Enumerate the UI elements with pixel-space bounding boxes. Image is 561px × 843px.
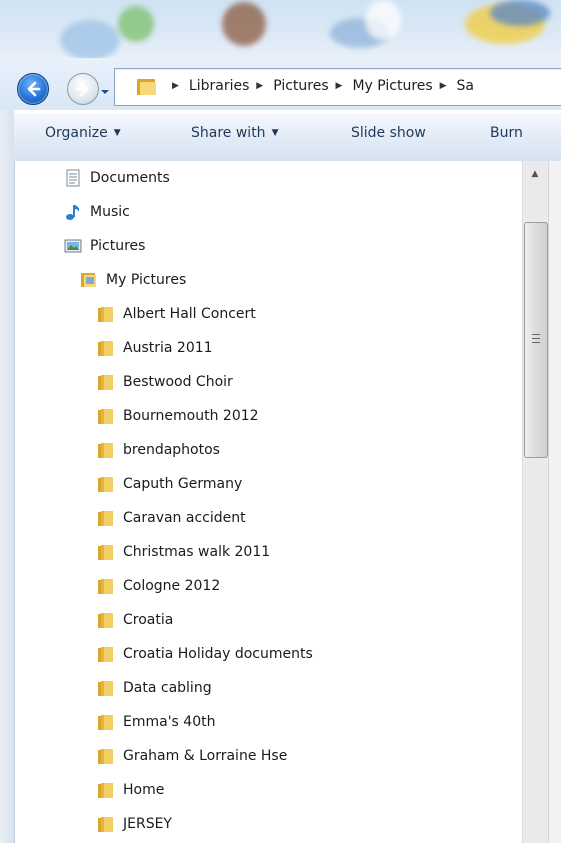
tree-item-documents[interactable]: Documents [64, 166, 170, 190]
breadcrumb-separator-icon[interactable]: ▶ [437, 81, 447, 91]
document-library-icon [64, 169, 82, 187]
navigation-pane [14, 161, 523, 843]
music-note-icon [64, 203, 82, 221]
tree-item-folder[interactable]: brendaphotos [97, 438, 220, 462]
chevron-down-icon: ▼ [271, 128, 279, 138]
tree-item-folder[interactable]: Christmas walk 2011 [97, 540, 270, 564]
chevron-down-icon [101, 90, 109, 94]
tree-item-label: Graham & Lorraine Hse [123, 748, 288, 764]
tree-item-label: Austria 2011 [123, 340, 213, 356]
window-frame-left [0, 110, 14, 843]
folder-icon [97, 815, 115, 833]
tree-item-folder[interactable]: Caputh Germany [97, 472, 242, 496]
tree-item-label: Data cabling [123, 680, 212, 696]
tree-item-label: Emma's 40th [123, 714, 216, 730]
breadcrumb-my-pictures[interactable]: My Pictures [352, 78, 432, 94]
tree-item-label: Croatia [123, 612, 174, 628]
organize-label: Organize [45, 125, 108, 141]
chevron-down-icon: ▼ [113, 128, 121, 138]
share-with-button[interactable]: Share with ▼ [191, 125, 278, 141]
folder-icon [97, 577, 115, 595]
tree-item-label: My Pictures [106, 272, 187, 288]
burn-button[interactable]: Burn [490, 125, 523, 141]
folder-icon [97, 373, 115, 391]
breadcrumb-separator-icon[interactable]: ▶ [333, 81, 343, 91]
back-button[interactable] [17, 73, 49, 105]
tree-item-folder[interactable]: Emma's 40th [97, 710, 215, 734]
tree-item-folder[interactable]: Croatia Holiday documents [97, 642, 313, 666]
tree-item-music[interactable]: Music [64, 200, 130, 224]
tree-item-label: Caravan accident [123, 510, 246, 526]
folder-icon [97, 305, 115, 323]
tree-item-folder[interactable]: Cologne 2012 [97, 574, 220, 598]
tree-item-folder[interactable]: Caravan accident [97, 506, 246, 530]
tree-item-label: Pictures [90, 238, 146, 254]
tree-item-folder[interactable]: Bournemouth 2012 [97, 404, 259, 428]
folder-icon [97, 645, 115, 663]
tree-item-label: Christmas walk 2011 [123, 544, 271, 560]
slide-show-button[interactable]: Slide show [351, 125, 426, 141]
tree-item-label: Home [123, 782, 165, 798]
breadcrumb: ▶ Libraries ▶ Pictures ▶ My Pictures ▶ S… [170, 76, 476, 96]
arrow-right-icon [75, 81, 89, 97]
tree-item-label: brendaphotos [123, 442, 220, 458]
tree-item-label: Croatia Holiday documents [123, 646, 313, 662]
folder-icon [97, 475, 115, 493]
tree-item-label: Bournemouth 2012 [123, 408, 259, 424]
tree-item-label: Bestwood Choir [123, 374, 233, 390]
tree-item-folder[interactable]: Home [97, 778, 164, 802]
folder-icon [97, 441, 115, 459]
content-pane-edge [548, 161, 561, 843]
tree-item-label: Documents [90, 170, 170, 186]
tree-item-label: Music [90, 204, 130, 220]
folder-icon [97, 611, 115, 629]
share-with-label: Share with [191, 125, 266, 141]
breadcrumb-current[interactable]: Sa [457, 78, 474, 94]
burn-label: Burn [490, 125, 523, 141]
breadcrumb-separator-icon[interactable]: ▶ [172, 81, 179, 91]
organize-button[interactable]: Organize ▼ [45, 125, 121, 141]
tree-item-folder[interactable]: Croatia [97, 608, 173, 632]
tree-item-folder[interactable]: Bestwood Choir [97, 370, 233, 394]
tree-item-label: Albert Hall Concert [123, 306, 256, 322]
tree-item-folder[interactable]: JERSEY [97, 812, 172, 836]
breadcrumb-pictures[interactable]: Pictures [273, 78, 328, 94]
tree-item-folder[interactable]: Data cabling [97, 676, 212, 700]
folder-icon [80, 271, 98, 289]
tree-item-label: Cologne 2012 [123, 578, 221, 594]
forward-button[interactable] [67, 73, 99, 105]
folder-icon [97, 509, 115, 527]
tree-item-label: JERSEY [123, 816, 172, 832]
desktop-background [0, 0, 561, 58]
folder-icon [97, 679, 115, 697]
folder-icon [97, 781, 115, 799]
tree-item-folder[interactable]: Graham & Lorraine Hse [97, 744, 287, 768]
breadcrumb-separator-icon[interactable]: ▶ [253, 81, 263, 91]
folder-icon [97, 713, 115, 731]
slide-show-label: Slide show [351, 125, 426, 141]
tree-item-label: Caputh Germany [123, 476, 243, 492]
folder-icon [97, 339, 115, 357]
tree-item-folder[interactable]: Albert Hall Concert [97, 302, 256, 326]
arrow-left-icon [27, 81, 41, 97]
folder-icon [136, 77, 158, 101]
tree-item-my-pictures[interactable]: My Pictures [80, 268, 186, 292]
tree-item-folder[interactable]: Austria 2011 [97, 336, 213, 360]
scroll-grip-icon [532, 334, 540, 343]
folder-icon [97, 407, 115, 425]
recent-pages-dropdown[interactable] [100, 82, 110, 94]
folder-icon [97, 747, 115, 765]
tree-item-pictures[interactable]: Pictures [64, 234, 145, 258]
scroll-up-icon[interactable]: ▲ [527, 166, 543, 182]
pictures-library-icon [64, 237, 82, 255]
breadcrumb-libraries[interactable]: Libraries [189, 78, 249, 94]
folder-icon [97, 543, 115, 561]
